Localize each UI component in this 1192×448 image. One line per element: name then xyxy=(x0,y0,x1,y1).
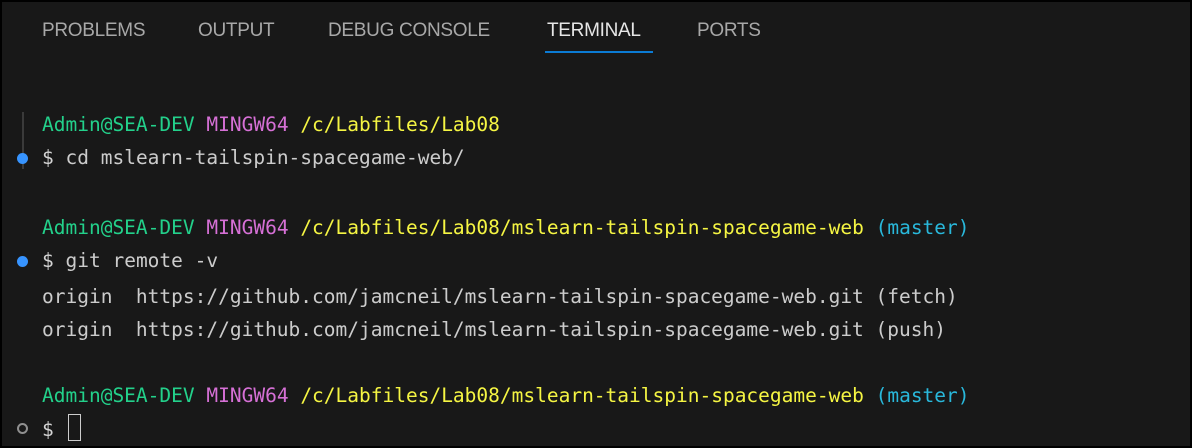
prompt-symbol: $ xyxy=(42,418,54,441)
panel-tab-bar: PROBLEMS OUTPUT DEBUG CONSOLE TERMINAL P… xyxy=(2,2,1190,62)
terminal-cursor xyxy=(67,414,81,441)
prompt-branch: (master) xyxy=(875,384,970,407)
command-line: $ cd mslearn-tailspin-spacegame-web/ xyxy=(42,142,465,174)
prompt-system: MINGW64 xyxy=(206,113,289,136)
tab-debug-console[interactable]: DEBUG CONSOLE xyxy=(328,20,490,48)
prompt-user: Admin@SEA-DEV xyxy=(42,113,195,136)
prompt-branch: (master) xyxy=(875,216,970,239)
command-success-decoration-icon[interactable] xyxy=(17,256,28,267)
tab-ports[interactable]: PORTS xyxy=(697,20,761,48)
prompt-symbol: $ xyxy=(42,249,54,272)
prompt-line: Admin@SEA-DEV MINGW64 /c/Labfiles/Lab08 xyxy=(42,109,500,141)
command-line: $ git remote -v xyxy=(42,245,218,277)
prompt-path: /c/Labfiles/Lab08/mslearn-tailspin-space… xyxy=(300,216,864,239)
command-text: git remote -v xyxy=(65,249,219,272)
prompt-symbol: $ xyxy=(42,146,54,169)
prompt-path: /c/Labfiles/Lab08/mslearn-tailspin-space… xyxy=(300,384,864,407)
command-text: cd mslearn-tailspin-spacegame-web/ xyxy=(65,146,465,169)
tab-problems[interactable]: PROBLEMS xyxy=(42,20,145,48)
command-success-decoration-icon[interactable] xyxy=(17,153,28,164)
tab-output[interactable]: OUTPUT xyxy=(198,20,275,48)
terminal-panel: PROBLEMS OUTPUT DEBUG CONSOLE TERMINAL P… xyxy=(0,0,1192,448)
prompt-system: MINGW64 xyxy=(206,216,289,239)
prompt-system: MINGW64 xyxy=(206,384,289,407)
output-line: origin https://github.com/jamcneil/mslea… xyxy=(42,318,946,341)
prompt-path: /c/Labfiles/Lab08 xyxy=(300,113,500,136)
prompt-line: Admin@SEA-DEV MINGW64 /c/Labfiles/Lab08/… xyxy=(42,380,970,412)
terminal-output[interactable]: Admin@SEA-DEV MINGW64 /c/Labfiles/Lab08 … xyxy=(2,102,1190,446)
prompt-user: Admin@SEA-DEV xyxy=(42,216,195,239)
prompt-user: Admin@SEA-DEV xyxy=(42,384,195,407)
command-line[interactable]: $ xyxy=(42,414,81,446)
command-idle-decoration-icon[interactable] xyxy=(17,423,28,434)
active-tab-indicator xyxy=(545,51,653,53)
prompt-line: Admin@SEA-DEV MINGW64 /c/Labfiles/Lab08/… xyxy=(42,212,970,244)
tab-terminal[interactable]: TERMINAL xyxy=(547,20,641,48)
output-line: origin https://github.com/jamcneil/mslea… xyxy=(42,285,958,308)
